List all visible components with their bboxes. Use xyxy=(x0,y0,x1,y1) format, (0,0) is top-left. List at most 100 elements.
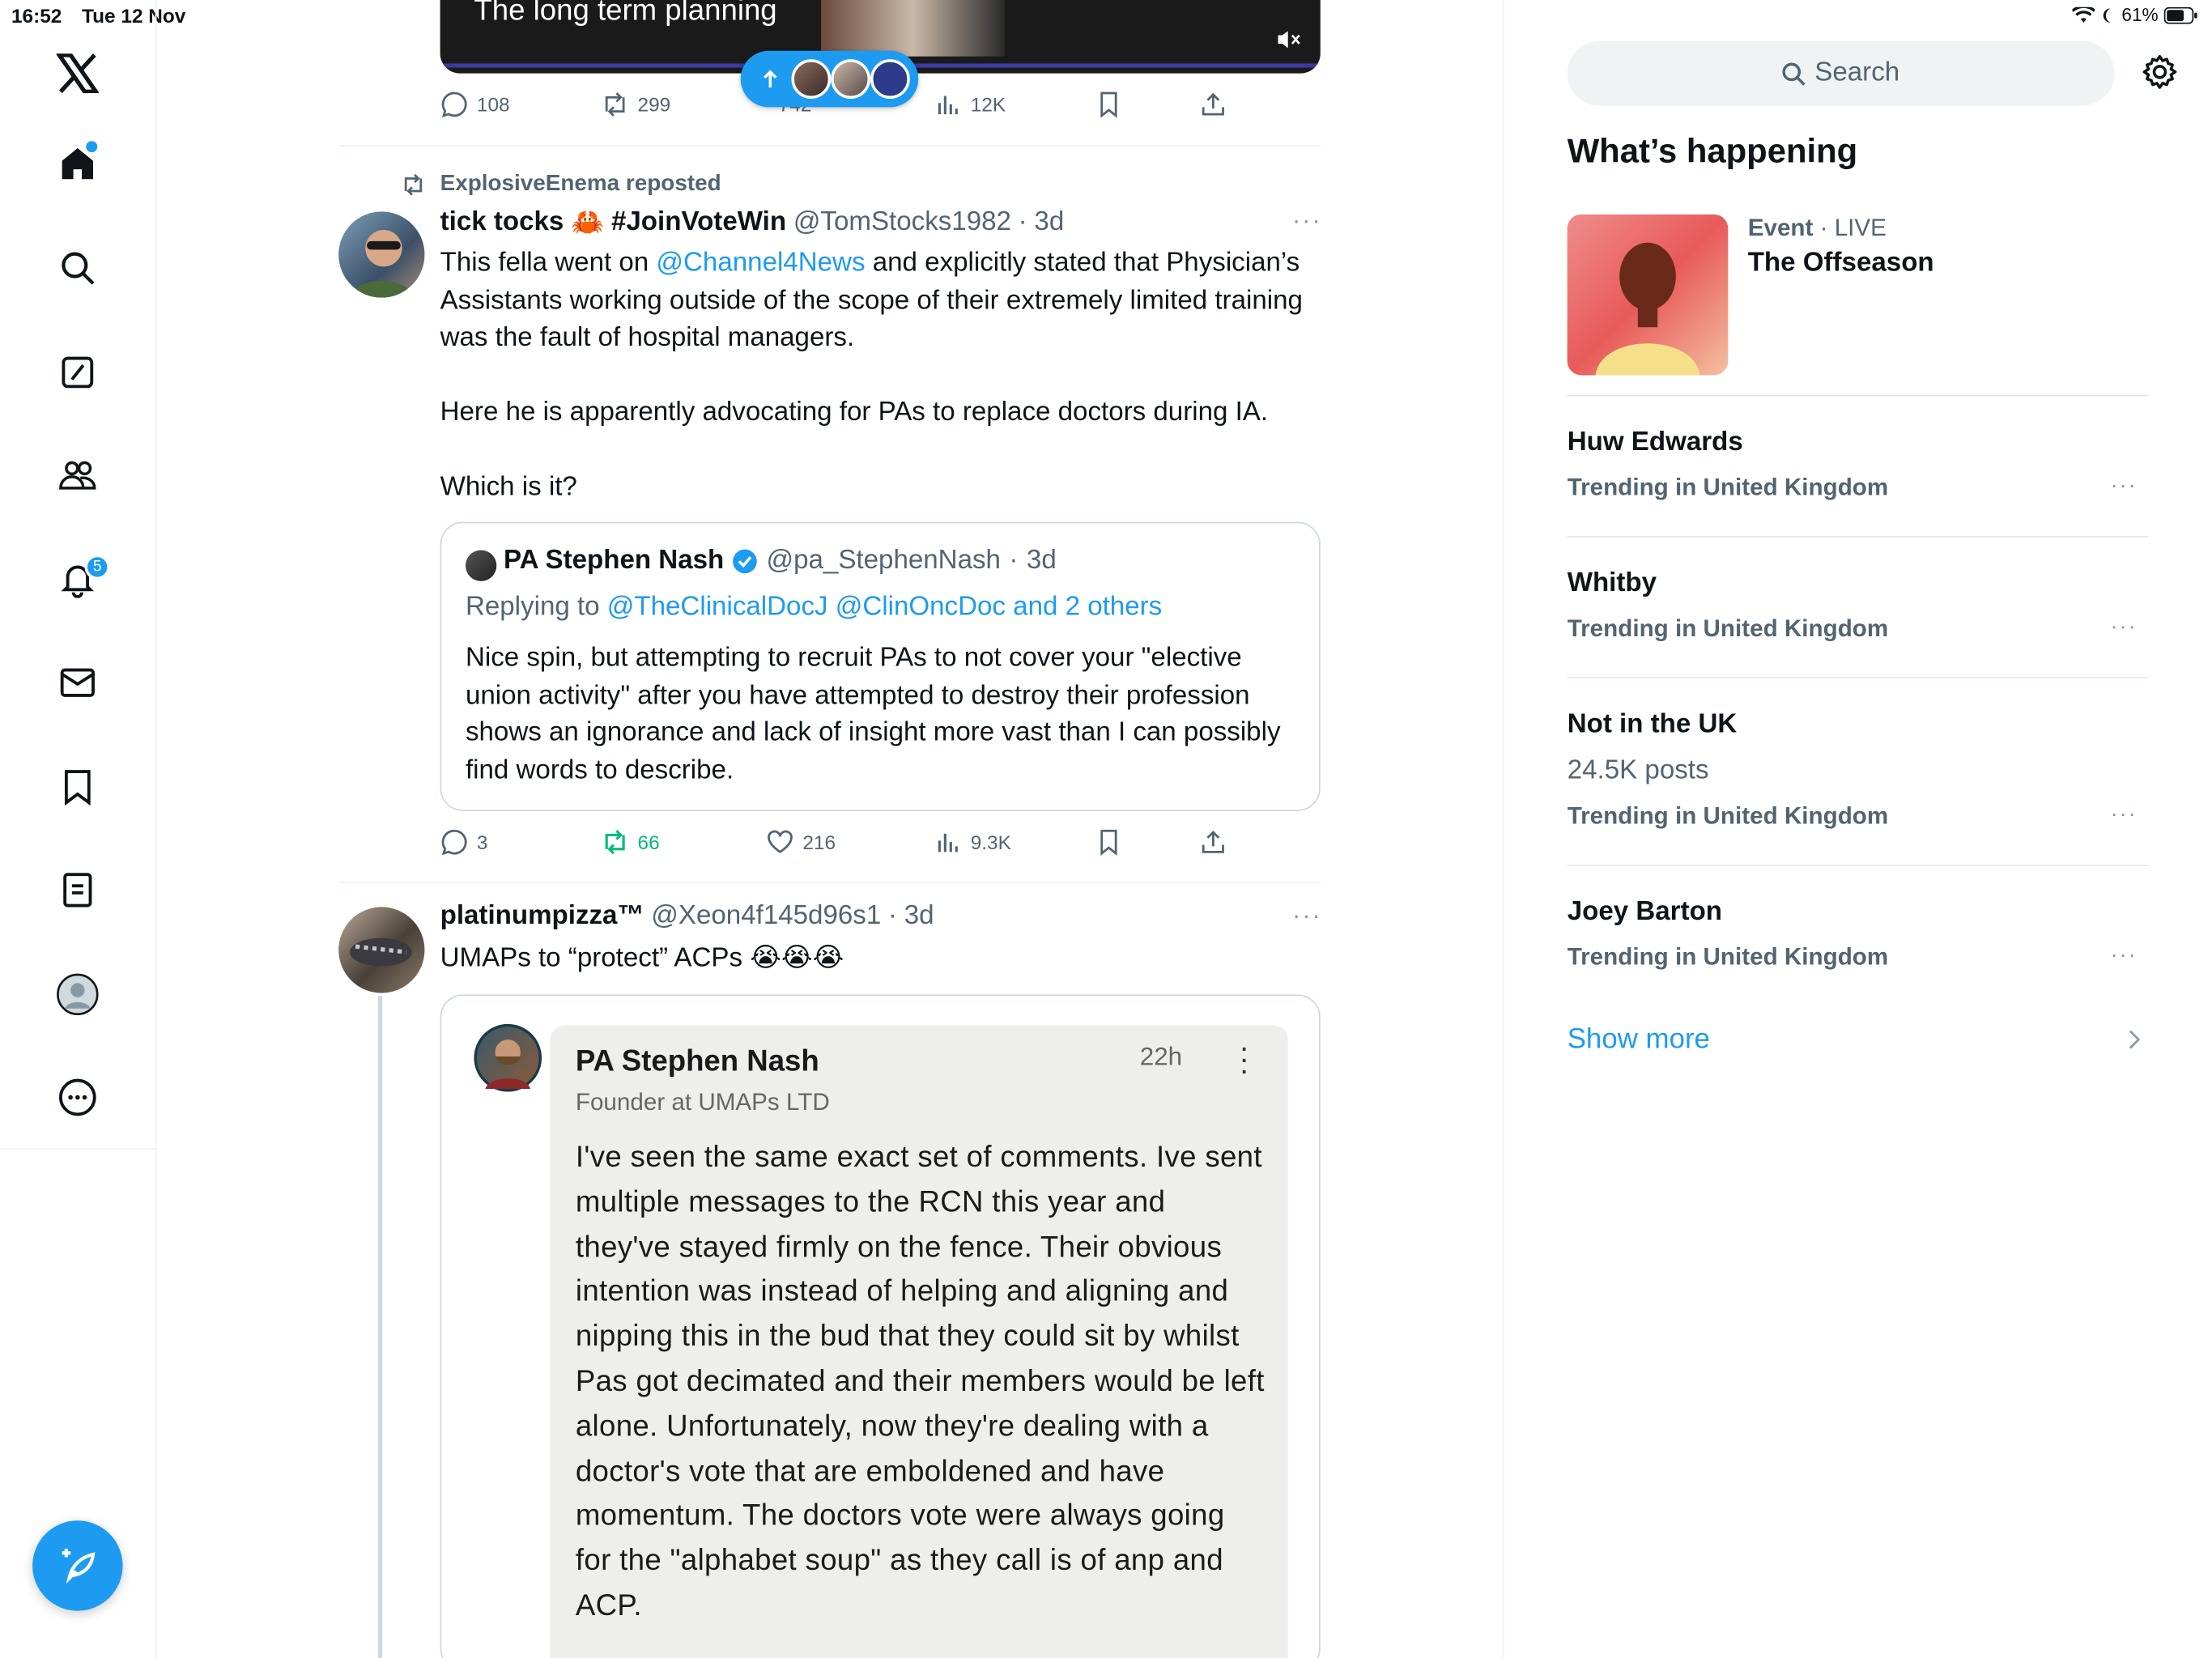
post-more-icon[interactable]: ··· xyxy=(1292,206,1322,236)
trend-subtitle: Trending in United Kingdom xyxy=(1567,474,1889,501)
quoted-author-avatar xyxy=(465,550,497,581)
arrow-up-icon xyxy=(764,70,777,88)
trend-title[interactable]: Whitby xyxy=(1568,568,1657,599)
share-button[interactable] xyxy=(1199,91,1227,119)
linkedin-author-name: PA Stephen Nash xyxy=(575,1045,819,1078)
like-count: 216 xyxy=(802,831,836,854)
linkedin-comment-card: PA Stephen Nash Founder at UMAPs LTD 22h… xyxy=(550,1025,1288,1658)
linkedin-time: 22h xyxy=(1139,1042,1183,1071)
reply-count: 3 xyxy=(476,831,488,854)
profile-avatar-icon[interactable] xyxy=(53,971,101,1018)
author-avatar[interactable] xyxy=(338,907,425,993)
trend-more-icon[interactable]: ··· xyxy=(2110,802,2137,827)
trend-divider xyxy=(1567,677,2149,679)
post-more-icon[interactable]: ··· xyxy=(1292,901,1322,931)
thread-line xyxy=(377,996,383,1658)
quoted-text: Nice spin, but attempting to recruit PAs… xyxy=(465,643,1281,785)
event-image[interactable] xyxy=(1567,214,1729,376)
more-options-icon[interactable] xyxy=(53,1073,101,1121)
repost-button[interactable]: 299 xyxy=(601,91,670,119)
views-button[interactable]: 12K xyxy=(934,91,1006,119)
notifications-badge: 5 xyxy=(84,554,110,580)
event-title[interactable]: The Offseason xyxy=(1748,249,1934,279)
pill-avatar xyxy=(831,59,870,99)
repost-button[interactable]: 66 xyxy=(601,828,660,857)
trend-divider xyxy=(1567,536,2149,538)
reply-count: 108 xyxy=(476,92,510,116)
author-name[interactable]: tick tocks xyxy=(440,207,564,238)
trend-more-icon[interactable]: ··· xyxy=(2110,944,2137,969)
trend-divider xyxy=(1567,865,2149,866)
chevron-right-icon xyxy=(2127,1027,2141,1052)
x-logo-icon[interactable] xyxy=(53,49,101,97)
quoted-author-handle: @pa_StephenNash xyxy=(766,546,1001,576)
event-status: LIVE xyxy=(1834,214,1887,241)
compose-post-button[interactable] xyxy=(32,1520,123,1611)
author-avatar[interactable] xyxy=(338,211,425,298)
share-button[interactable] xyxy=(1199,828,1227,857)
post-time[interactable]: 3d xyxy=(904,901,934,932)
bookmark-button[interactable] xyxy=(1095,91,1123,119)
grok-icon[interactable] xyxy=(53,348,101,396)
views-button[interactable]: 9.3K xyxy=(934,828,1011,857)
post-actions: 3 66 216 9.3K xyxy=(440,828,1244,862)
views-count: 9.3K xyxy=(970,831,1011,854)
trend-title[interactable]: Huw Edwards xyxy=(1568,427,1743,458)
linkedin-author-avatar xyxy=(474,1023,542,1092)
trend-more-icon[interactable]: ··· xyxy=(2110,474,2137,499)
nav-divider xyxy=(0,1148,157,1150)
trend-divider xyxy=(1567,394,2149,397)
post-time[interactable]: 3d xyxy=(1034,207,1064,238)
mute-icon[interactable] xyxy=(1275,28,1300,51)
views-count: 12K xyxy=(970,92,1006,116)
search-icon[interactable] xyxy=(53,244,101,291)
author-name[interactable]: platinumpizza™ xyxy=(440,901,644,932)
new-posts-pill[interactable] xyxy=(740,50,919,108)
home-unread-dot xyxy=(86,141,98,153)
like-button[interactable]: 216 xyxy=(766,828,836,857)
trend-posts-count: 24.5K posts xyxy=(1567,755,1709,786)
communities-icon[interactable] xyxy=(53,452,101,500)
bookmarks-icon[interactable] xyxy=(53,763,101,811)
replying-to: Replying to @TheClinicalDocJ @ClinOncDoc… xyxy=(465,592,1163,623)
post-divider xyxy=(338,881,1321,883)
post-text-para2: Here he is apparently advocating for PAs… xyxy=(440,397,1269,427)
reply-button[interactable]: 3 xyxy=(440,828,488,857)
repost-icon xyxy=(404,173,423,196)
post-text-para3: Which is it? xyxy=(440,472,577,503)
messages-icon[interactable] xyxy=(53,659,101,707)
quoted-post-time: 3d xyxy=(1026,546,1057,576)
event-category: Event xyxy=(1747,214,1814,241)
pill-avatar xyxy=(791,59,832,99)
reply-button[interactable]: 108 xyxy=(440,91,510,119)
video-caption: The long term planning xyxy=(474,0,777,28)
author-handle[interactable]: @TomStocks1982 xyxy=(793,207,1011,238)
post-text: UMAPs to “protect” ACPs 😭😭😭 xyxy=(440,943,844,974)
trend-subtitle: Trending in United Kingdom xyxy=(1567,802,1889,830)
linkedin-headline: Founder at UMAPs LTD xyxy=(575,1089,830,1116)
feather-plus-icon xyxy=(62,1549,96,1584)
trend-title[interactable]: Not in the UK xyxy=(1568,709,1738,740)
quoted-header: PA Stephen Nash @pa_StephenNash · 3d xyxy=(504,546,1057,576)
settings-gear-icon[interactable] xyxy=(2142,53,2178,90)
verified-badge-icon xyxy=(733,549,758,574)
repost-context: ExplosiveEnema reposted xyxy=(401,172,721,198)
kebab-menu-icon: · · · xyxy=(1239,1029,1250,1088)
search-icon xyxy=(1783,62,1806,85)
bookmark-button[interactable] xyxy=(1095,828,1123,857)
repost-count: 299 xyxy=(637,92,671,116)
trend-more-icon[interactable]: ··· xyxy=(2110,615,2137,640)
whats-happening-heading: What’s happening xyxy=(1567,132,1858,171)
quoted-post[interactable]: PA Stephen Nash @pa_StephenNash · 3d Rep… xyxy=(440,521,1321,811)
reposted-by[interactable]: ExplosiveEnema reposted xyxy=(440,172,721,198)
linkedin-comment-text: I've seen the same exact set of comments… xyxy=(575,1141,1265,1622)
replying-to-links[interactable]: @TheClinicalDocJ @ClinOncDoc and 2 other… xyxy=(607,593,1162,623)
author-handle[interactable]: @Xeon4f145d96s1 xyxy=(651,901,881,932)
show-more-link[interactable]: Show more xyxy=(1568,1024,1710,1056)
trend-title[interactable]: Joey Barton xyxy=(1568,897,1722,928)
mention-link[interactable]: @Channel4News xyxy=(656,249,865,278)
trend-subtitle: Trending in United Kingdom xyxy=(1567,943,1889,971)
crab-emoji: 🦀 xyxy=(571,208,605,239)
search-input[interactable]: Search xyxy=(1567,40,2115,106)
lists-icon[interactable] xyxy=(53,866,101,914)
